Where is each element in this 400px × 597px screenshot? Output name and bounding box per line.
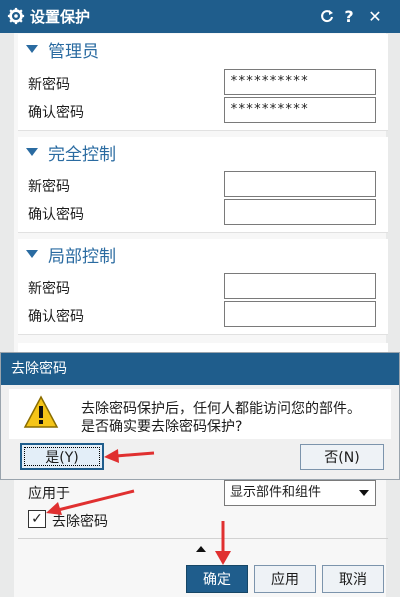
yes-button[interactable]: 是(Y) — [20, 443, 104, 470]
full-new-password-label: 新密码 — [28, 179, 70, 195]
left-border-strip — [0, 33, 14, 597]
close-icon[interactable]: ✕ — [364, 5, 386, 27]
apply-to-value: 显示部件和组件 — [230, 485, 322, 500]
section-admin: 管理员 新密码 ********** 确认密码 ********** — [18, 34, 388, 131]
collapse-triangle-icon — [26, 148, 38, 156]
dropdown-arrow-icon — [359, 490, 369, 496]
remove-password-label: 去除密码 — [52, 514, 108, 530]
cancel-button[interactable]: 取消 — [322, 565, 384, 593]
partial-confirm-password-label: 确认密码 — [28, 309, 84, 325]
remove-password-checkbox[interactable]: ✓ — [28, 510, 46, 528]
no-button[interactable]: 否(N) — [300, 444, 384, 470]
partial-confirm-password-field[interactable] — [224, 301, 376, 327]
section-admin-title: 管理员 — [48, 41, 99, 62]
dialog-title: 设置保护 — [30, 8, 91, 26]
help-icon[interactable]: ? — [338, 5, 360, 27]
section-admin-header[interactable]: 管理员 — [26, 34, 99, 64]
message-line-1: 去除密码保护后，任何人都能访问您的部件。 — [81, 401, 361, 417]
admin-new-password-field[interactable]: ********** — [224, 69, 376, 95]
partial-new-password-field[interactable] — [224, 273, 376, 299]
section-full-control: 完全控制 新密码 确认密码 — [18, 137, 388, 233]
dialog-titlebar: 设置保护 ? ✕ — [0, 0, 400, 33]
ok-button[interactable]: 确定 — [186, 565, 248, 593]
gear-icon — [7, 7, 25, 25]
apply-to-label: 应用于 — [28, 486, 70, 502]
warning-icon — [23, 395, 59, 428]
section-partial-control-header[interactable]: 局部控制 — [26, 239, 116, 269]
admin-new-password-label: 新密码 — [28, 77, 70, 93]
message-line-2: 是否确实要去除密码保护? — [81, 419, 243, 435]
full-confirm-password-field[interactable] — [224, 199, 376, 225]
section-partial-control-title: 局部控制 — [48, 246, 116, 267]
footer-divider — [18, 538, 388, 539]
full-new-password-field[interactable] — [224, 171, 376, 197]
admin-confirm-password-label: 确认密码 — [28, 105, 84, 121]
partial-new-password-label: 新密码 — [28, 281, 70, 297]
collapse-triangle-icon — [26, 250, 38, 258]
apply-button[interactable]: 应用 — [254, 565, 316, 593]
section-partial-control: 局部控制 新密码 确认密码 — [18, 239, 388, 335]
apply-to-select[interactable]: 显示部件和组件 — [224, 480, 376, 506]
reset-icon[interactable] — [316, 5, 338, 27]
collapse-up-icon[interactable] — [196, 546, 206, 552]
section-full-control-header[interactable]: 完全控制 — [26, 137, 116, 167]
full-confirm-password-label: 确认密码 — [28, 207, 84, 223]
admin-confirm-password-field[interactable]: ********** — [224, 97, 376, 123]
collapse-triangle-icon — [26, 45, 38, 53]
message-box-title: 去除密码 — [1, 353, 399, 385]
section-full-control-title: 完全控制 — [48, 144, 116, 165]
right-border-strip — [386, 33, 400, 597]
